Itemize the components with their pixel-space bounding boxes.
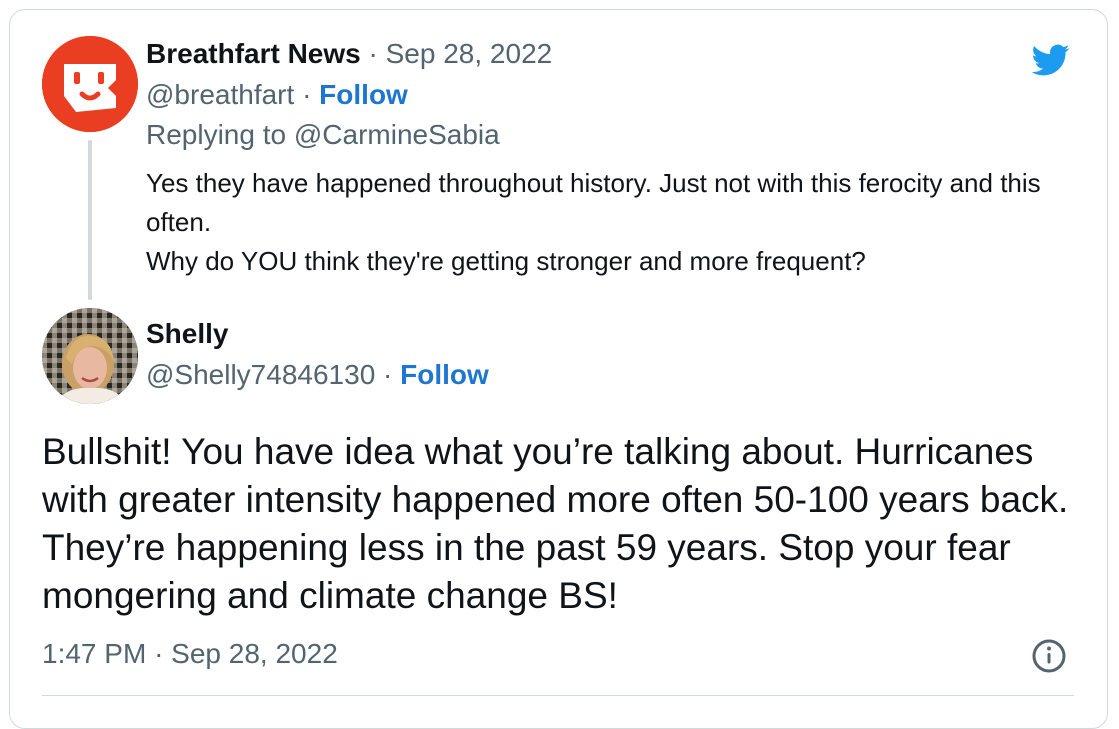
reply-date[interactable]: Sep 28, 2022	[171, 638, 338, 669]
parent-follow-button[interactable]: Follow	[319, 79, 408, 110]
reply-tweet-text: Bullshit! You have idea what you’re talk…	[42, 431, 1069, 616]
reply-handle-row: @Shelly74846130 · Follow	[146, 357, 489, 393]
parent-author-handle[interactable]: @breathfart	[146, 79, 294, 110]
reply-timestamp[interactable]: 1:47 PM · Sep 28, 2022	[42, 636, 338, 672]
separator: ·	[154, 638, 164, 669]
separator: ·	[302, 79, 312, 110]
separator: ·	[368, 38, 378, 69]
reply-author-name[interactable]: Shelly	[146, 316, 228, 352]
separator: ·	[383, 359, 393, 390]
card-divider	[42, 695, 1074, 696]
reply-follow-button[interactable]: Follow	[400, 359, 489, 390]
shelly-avatar[interactable]	[42, 308, 138, 404]
reply-time[interactable]: 1:47 PM	[42, 638, 146, 669]
parent-tweet-text-line: Yes they have happened throughout histor…	[146, 168, 1041, 237]
parent-author-name[interactable]: Breathfart News	[146, 38, 361, 69]
replying-to-label[interactable]: Replying to @CarmineSabia	[146, 117, 500, 153]
parent-handle-row: @breathfart · Follow	[146, 77, 408, 113]
twitter-bird-icon[interactable]	[1026, 40, 1074, 80]
parent-tweet-date[interactable]: Sep 28, 2022	[386, 38, 553, 69]
reply-author-handle[interactable]: @Shelly74846130	[146, 359, 375, 390]
breathfart-avatar[interactable]	[42, 36, 138, 132]
info-icon[interactable]	[1031, 638, 1067, 674]
profile-photo-icon	[42, 308, 138, 404]
breathfart-logo-icon	[42, 36, 138, 132]
parent-tweet-text-line: Why do YOU think they're getting stronge…	[146, 246, 866, 276]
thread-connector-line	[88, 140, 92, 300]
parent-tweet-header: Breathfart News · Sep 28, 2022	[146, 36, 552, 72]
parent-tweet-text: Yes they have happened throughout histor…	[146, 164, 1086, 281]
